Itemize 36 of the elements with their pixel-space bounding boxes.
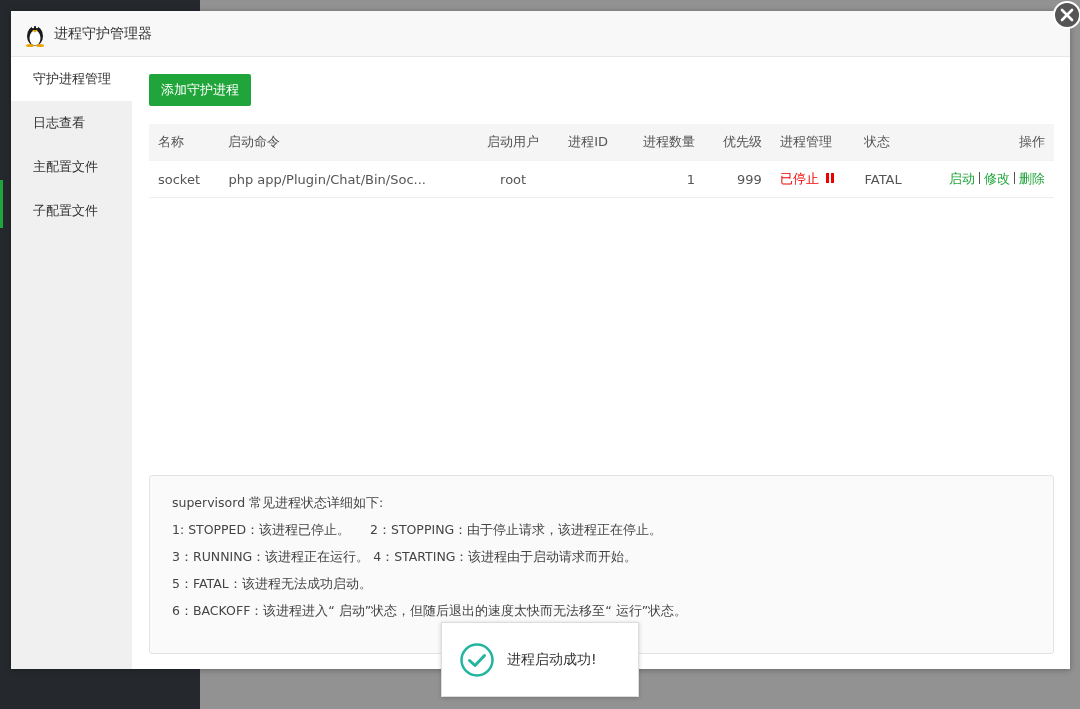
table-cell: 999	[704, 160, 771, 198]
note-text: 1: STOPPED：该进程已停止。 2：STOPPING：由于停止请求，该进程正在停止。	[172, 521, 664, 539]
column-header: 操作	[920, 124, 1054, 161]
window-title: 进程守护管理器	[54, 24, 152, 43]
add-button[interactable]: 添加守护进程	[149, 74, 251, 106]
sidebar-item[interactable]: 主配置文件	[11, 145, 132, 189]
note-text: 5：FATAL：该进程无法成功启动。	[172, 575, 373, 593]
table-cell: FATAL	[855, 160, 921, 198]
column-header: 名称	[149, 124, 220, 161]
close-button[interactable]	[1053, 1, 1080, 29]
sidebar-item[interactable]: 子配置文件	[11, 189, 132, 233]
column-header: 状态	[855, 124, 921, 161]
status-toggle[interactable]: 已停止	[779, 171, 835, 186]
column-header: 启动用户	[472, 124, 555, 161]
column-header: 进程管理	[770, 124, 856, 161]
note-text: supervisord 常见进程状态详细如下:	[172, 494, 385, 512]
action-link[interactable]: 修改	[984, 171, 1010, 186]
column-header: 进程数量	[622, 124, 705, 161]
check-icon	[459, 641, 495, 678]
separator	[979, 172, 980, 184]
sidebar-item[interactable]: 守护进程管理	[11, 57, 132, 101]
column-header: 优先级	[704, 124, 771, 161]
pause-icon	[826, 173, 835, 183]
note-text: 6：BACKOFF：该进程进入“ 启动”状态，但随后退出的速度太快而无法移至“ 运行”状态。	[172, 602, 689, 620]
table-cell: 1	[622, 160, 705, 198]
separator	[1014, 172, 1015, 184]
table-cell: root	[472, 160, 555, 198]
column-header: 启动命令	[219, 124, 473, 161]
table-cell: socket	[149, 160, 220, 198]
action-link[interactable]: 删除	[1019, 171, 1045, 186]
table-cell: php app/Plugin/Chat/Bin/Soc...	[219, 160, 473, 198]
note-text: 3：RUNNING：该进程正在运行。 4：STARTING：该进程由于启动请求而开始。	[172, 548, 639, 566]
toast-message: 进程启动成功!	[507, 650, 597, 669]
action-link[interactable]: 启动	[949, 171, 975, 186]
sidebar-item[interactable]: 日志查看	[11, 101, 132, 145]
column-header: 进程ID	[554, 124, 622, 161]
